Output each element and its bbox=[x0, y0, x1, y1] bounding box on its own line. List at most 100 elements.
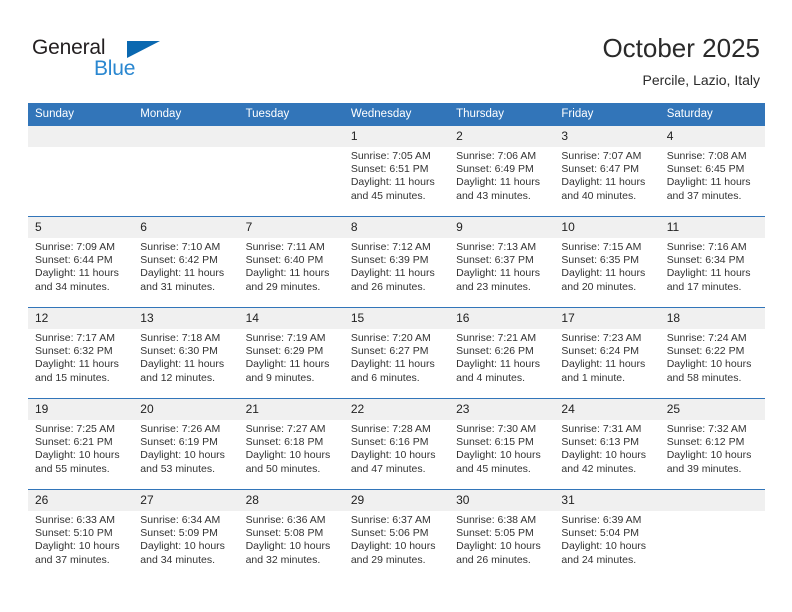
calendar-day-cell[interactable]: 20 Sunrise: 7:26 AM Sunset: 6:19 PM Dayligh… bbox=[133, 398, 239, 490]
sunset-text: Sunset: 6:18 PM bbox=[245, 436, 324, 449]
daylight-text: Daylight: 10 hours and 55 minutes. bbox=[35, 449, 120, 475]
calendar-day-cell[interactable]: 16 Sunrise: 7:21 AM Sunset: 6:26 PM Dayligh… bbox=[449, 307, 555, 399]
day-number: 21 bbox=[238, 399, 344, 420]
calendar-day-cell[interactable]: 27 Sunrise: 6:34 AM Sunset: 5:09 PM Dayligh… bbox=[133, 489, 239, 580]
day-number: 13 bbox=[133, 308, 239, 329]
sunrise-text: Sunrise: 7:31 AM bbox=[561, 423, 642, 435]
sunrise-text: Sunrise: 6:38 AM bbox=[456, 514, 537, 526]
day-number bbox=[238, 126, 344, 147]
sunrise-sunset-calendar: Sunday Monday Tuesday Wednesday Thursday… bbox=[28, 103, 765, 580]
calendar-day-cell[interactable]: 8 Sunrise: 7:12 AM Sunset: 6:39 PM Daylight… bbox=[343, 216, 450, 308]
sunset-text: Sunset: 6:49 PM bbox=[456, 163, 534, 176]
calendar-day-cell[interactable]: 14 Sunrise: 7:19 AM Sunset: 6:29 PM Dayligh… bbox=[238, 307, 344, 399]
sunset-text: Sunset: 6:29 PM bbox=[245, 345, 324, 358]
calendar-week-row: 5 Sunrise: 7:09 AM Sunset: 6:44 PM Daylight… bbox=[28, 216, 765, 308]
day-cell-inner: 15 Sunrise: 7:20 AM Sunset: 6:27 PM Dayligh… bbox=[343, 308, 450, 398]
daylight-text: Daylight: 10 hours and 37 minutes. bbox=[35, 540, 120, 566]
day-number: 2 bbox=[449, 126, 555, 147]
sunset-text: Sunset: 5:10 PM bbox=[35, 527, 113, 540]
calendar-week-row: 12 Sunrise: 7:17 AM Sunset: 6:32 PM Dayligh… bbox=[28, 307, 765, 399]
weekday-header-saturday: Saturday bbox=[659, 103, 765, 126]
page-title: October 2025 bbox=[602, 33, 760, 63]
calendar-day-cell[interactable]: 23 Sunrise: 7:30 AM Sunset: 6:15 PM Dayligh… bbox=[449, 398, 555, 490]
day-cell-inner: 18 Sunrise: 7:24 AM Sunset: 6:22 PM Dayligh… bbox=[659, 308, 765, 398]
calendar-day-cell[interactable]: 7 Sunrise: 7:11 AM Sunset: 6:40 PM Daylight… bbox=[238, 216, 344, 308]
calendar-day-cell-empty bbox=[28, 125, 134, 217]
calendar-day-cell[interactable]: 9 Sunrise: 7:13 AM Sunset: 6:37 PM Daylight… bbox=[449, 216, 555, 308]
calendar-day-cell[interactable]: 6 Sunrise: 7:10 AM Sunset: 6:42 PM Daylight… bbox=[133, 216, 239, 308]
sunset-text: Sunset: 6:22 PM bbox=[666, 345, 745, 358]
daylight-text: Daylight: 10 hours and 47 minutes. bbox=[350, 449, 436, 475]
weekday-header-tuesday: Tuesday bbox=[238, 103, 344, 126]
day-number: 14 bbox=[238, 308, 344, 329]
calendar-day-cell[interactable]: 3 Sunrise: 7:07 AM Sunset: 6:47 PM Daylight… bbox=[554, 125, 660, 217]
day-number: 1 bbox=[343, 126, 450, 147]
calendar-day-cell[interactable]: 17 Sunrise: 7:23 AM Sunset: 6:24 PM Dayligh… bbox=[554, 307, 660, 399]
calendar-day-cell[interactable]: 31 Sunrise: 6:39 AM Sunset: 5:04 PM Dayligh… bbox=[554, 489, 660, 580]
daylight-text: Daylight: 10 hours and 45 minutes. bbox=[456, 449, 541, 475]
day-number: 6 bbox=[133, 217, 239, 238]
sunrise-text: Sunrise: 7:19 AM bbox=[245, 332, 326, 344]
calendar-day-cell[interactable]: 24 Sunrise: 7:31 AM Sunset: 6:13 PM Dayligh… bbox=[554, 398, 660, 490]
sunset-text: Sunset: 6:39 PM bbox=[350, 254, 429, 267]
day-details: Sunrise: 6:33 AM Sunset: 5:10 PM Daylight:… bbox=[28, 511, 133, 567]
day-details: Sunrise: 7:23 AM Sunset: 6:24 PM Daylight:… bbox=[554, 329, 659, 385]
day-number: 8 bbox=[343, 217, 450, 238]
day-number: 17 bbox=[554, 308, 660, 329]
day-number: 15 bbox=[343, 308, 450, 329]
day-details: Sunrise: 7:10 AM Sunset: 6:42 PM Daylight:… bbox=[133, 238, 238, 294]
calendar-day-cell[interactable]: 22 Sunrise: 7:28 AM Sunset: 6:16 PM Dayligh… bbox=[343, 398, 450, 490]
sunrise-text: Sunrise: 7:17 AM bbox=[35, 332, 115, 344]
sunrise-text: Sunrise: 7:05 AM bbox=[350, 150, 431, 162]
daylight-text: Daylight: 10 hours and 58 minutes. bbox=[666, 358, 752, 384]
day-details: Sunrise: 7:08 AM Sunset: 6:45 PM Daylight:… bbox=[660, 147, 765, 203]
day-cell-inner: 5 Sunrise: 7:09 AM Sunset: 6:44 PM Daylight… bbox=[28, 217, 134, 307]
daylight-text: Daylight: 11 hours and 37 minutes. bbox=[666, 176, 751, 202]
day-number bbox=[133, 126, 239, 147]
daylight-text: Daylight: 11 hours and 34 minutes. bbox=[35, 267, 119, 293]
calendar-day-cell[interactable]: 29 Sunrise: 6:37 AM Sunset: 5:06 PM Dayligh… bbox=[343, 489, 450, 580]
day-cell-inner: 22 Sunrise: 7:28 AM Sunset: 6:16 PM Dayligh… bbox=[343, 399, 450, 489]
calendar-day-cell[interactable]: 25 Sunrise: 7:32 AM Sunset: 6:12 PM Dayligh… bbox=[659, 398, 765, 490]
day-cell-inner: 19 Sunrise: 7:25 AM Sunset: 6:21 PM Dayligh… bbox=[28, 399, 134, 489]
sunrise-text: Sunrise: 7:08 AM bbox=[666, 150, 747, 162]
calendar-day-cell[interactable]: 11 Sunrise: 7:16 AM Sunset: 6:34 PM Dayligh… bbox=[659, 216, 765, 308]
calendar-day-cell[interactable]: 26 Sunrise: 6:33 AM Sunset: 5:10 PM Dayligh… bbox=[28, 489, 134, 580]
sunset-text: Sunset: 6:37 PM bbox=[456, 254, 534, 267]
calendar-week-row: 26 Sunrise: 6:33 AM Sunset: 5:10 PM Dayligh… bbox=[28, 489, 765, 580]
calendar-day-cell[interactable]: 2 Sunrise: 7:06 AM Sunset: 6:49 PM Daylight… bbox=[449, 125, 555, 217]
day-number: 3 bbox=[554, 126, 660, 147]
title-block: October 2025 Percile, Lazio, Italy bbox=[602, 32, 760, 90]
calendar-day-cell[interactable]: 19 Sunrise: 7:25 AM Sunset: 6:21 PM Dayligh… bbox=[28, 398, 134, 490]
calendar-day-cell[interactable]: 18 Sunrise: 7:24 AM Sunset: 6:22 PM Dayligh… bbox=[659, 307, 765, 399]
general-blue-logo[interactable]: General Blue bbox=[32, 36, 172, 82]
calendar-day-cell[interactable]: 21 Sunrise: 7:27 AM Sunset: 6:18 PM Dayligh… bbox=[238, 398, 344, 490]
day-details: Sunrise: 6:36 AM Sunset: 5:08 PM Daylight:… bbox=[239, 511, 344, 567]
daylight-text: Daylight: 11 hours and 6 minutes. bbox=[350, 358, 435, 384]
day-details: Sunrise: 6:37 AM Sunset: 5:06 PM Daylight:… bbox=[344, 511, 449, 567]
sunset-text: Sunset: 6:21 PM bbox=[35, 436, 113, 449]
day-details: Sunrise: 6:38 AM Sunset: 5:05 PM Daylight:… bbox=[449, 511, 554, 567]
calendar-day-cell[interactable]: 10 Sunrise: 7:15 AM Sunset: 6:35 PM Dayligh… bbox=[554, 216, 660, 308]
calendar-day-cell[interactable]: 4 Sunrise: 7:08 AM Sunset: 6:45 PM Daylight… bbox=[659, 125, 765, 217]
sunrise-text: Sunrise: 7:16 AM bbox=[666, 241, 747, 253]
day-details: Sunrise: 7:06 AM Sunset: 6:49 PM Daylight:… bbox=[449, 147, 554, 203]
sunset-text: Sunset: 6:16 PM bbox=[350, 436, 429, 449]
calendar-day-cell[interactable]: 15 Sunrise: 7:20 AM Sunset: 6:27 PM Dayligh… bbox=[343, 307, 450, 399]
calendar-day-cell[interactable]: 30 Sunrise: 6:38 AM Sunset: 5:05 PM Dayligh… bbox=[449, 489, 555, 580]
weekday-header-friday: Friday bbox=[554, 103, 660, 126]
daylight-text: Daylight: 11 hours and 15 minutes. bbox=[35, 358, 119, 384]
calendar-day-cell[interactable]: 28 Sunrise: 6:36 AM Sunset: 5:08 PM Dayligh… bbox=[238, 489, 344, 580]
calendar-day-cell[interactable]: 12 Sunrise: 7:17 AM Sunset: 6:32 PM Dayligh… bbox=[28, 307, 134, 399]
daylight-text: Daylight: 11 hours and 9 minutes. bbox=[245, 358, 330, 384]
sunset-text: Sunset: 6:42 PM bbox=[140, 254, 218, 267]
sunrise-text: Sunrise: 6:33 AM bbox=[35, 514, 115, 526]
calendar-body: 1 Sunrise: 7:05 AM Sunset: 6:51 PM Daylight… bbox=[28, 125, 765, 580]
calendar-day-cell[interactable]: 13 Sunrise: 7:18 AM Sunset: 6:30 PM Dayligh… bbox=[133, 307, 239, 399]
calendar-day-cell[interactable]: 1 Sunrise: 7:05 AM Sunset: 6:51 PM Daylight… bbox=[343, 125, 450, 217]
day-details: Sunrise: 7:13 AM Sunset: 6:37 PM Daylight:… bbox=[449, 238, 554, 294]
calendar-day-cell[interactable]: 5 Sunrise: 7:09 AM Sunset: 6:44 PM Daylight… bbox=[28, 216, 134, 308]
page-header: General Blue October 2025 Percile, Lazio… bbox=[0, 0, 792, 100]
day-number: 4 bbox=[659, 126, 765, 147]
sunrise-text: Sunrise: 6:39 AM bbox=[561, 514, 642, 526]
